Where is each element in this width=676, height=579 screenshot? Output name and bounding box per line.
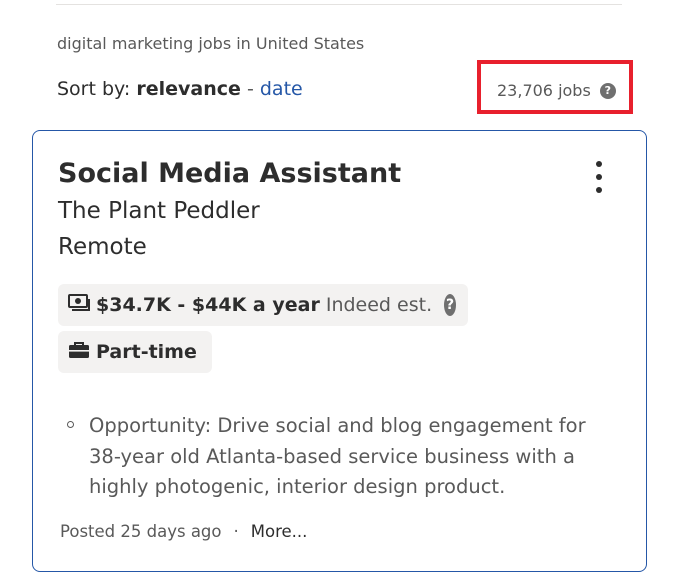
search-query-summary: digital marketing jobs in United States <box>57 34 365 53</box>
sort-separator: - <box>246 78 254 100</box>
salary-estimate-note: Indeed est. <box>325 294 433 316</box>
sort-option-relevance: relevance <box>136 78 241 100</box>
sort-control: Sort by: relevance - date <box>57 78 303 100</box>
more-link[interactable]: More... <box>251 522 308 541</box>
sort-option-date[interactable]: date <box>260 78 303 100</box>
briefcase-icon <box>68 341 90 364</box>
footer-separator: · <box>233 522 239 541</box>
company-name: The Plant Peddler <box>58 198 260 224</box>
job-count-text: 23,706 jobs <box>497 81 591 100</box>
kebab-dot <box>596 174 602 180</box>
job-location: Remote <box>58 234 147 260</box>
job-snippet: Opportunity: Drive social and blog engag… <box>89 414 586 498</box>
job-search-results: digital marketing jobs in United States … <box>0 0 676 579</box>
job-type-badge: Part-time <box>58 331 212 373</box>
job-card-footer: Posted 25 days ago · More... <box>60 522 307 541</box>
help-icon[interactable]: ? <box>444 294 456 316</box>
more-options-icon[interactable] <box>588 161 610 193</box>
top-divider <box>56 0 622 5</box>
job-title[interactable]: Social Media Assistant <box>58 158 401 189</box>
kebab-dot <box>596 161 602 167</box>
job-card[interactable]: Social Media Assistant The Plant Peddler… <box>32 130 647 572</box>
job-count: 23,706 jobs ? <box>497 81 616 100</box>
kebab-dot <box>596 187 602 193</box>
money-icon <box>68 293 90 317</box>
salary-badge: $34.7K - $44K a year Indeed est. ? <box>58 284 468 326</box>
job-type-label: Part-time <box>96 341 197 363</box>
bullet-marker <box>67 421 74 428</box>
posted-date: Posted 25 days ago <box>60 522 222 541</box>
salary-range: $34.7K - $44K a year <box>96 294 320 316</box>
help-icon[interactable]: ? <box>599 82 616 99</box>
sort-label: Sort by: <box>57 78 131 100</box>
